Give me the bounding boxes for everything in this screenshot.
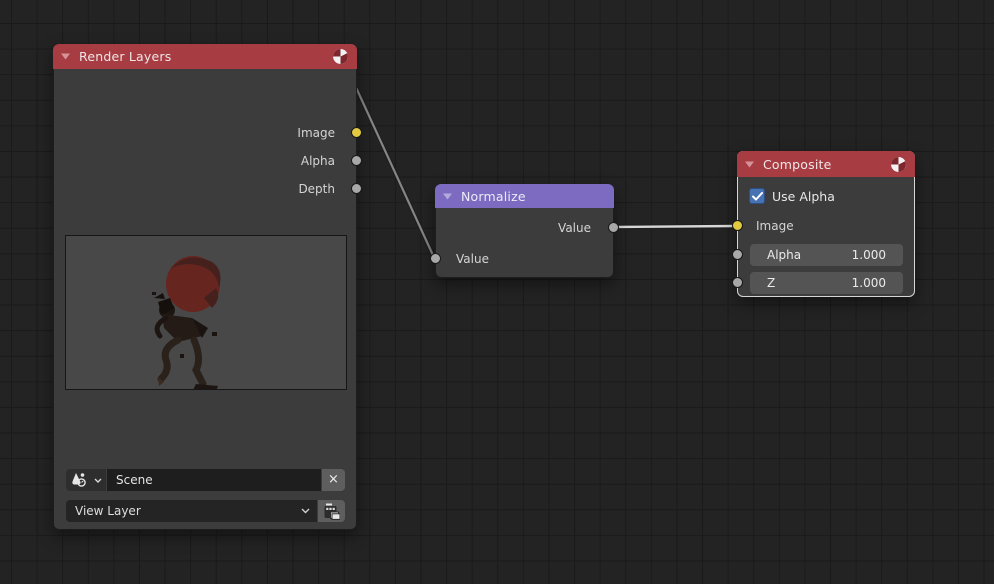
socket-value-output[interactable] bbox=[608, 222, 619, 233]
node-editor-canvas[interactable]: Render Layers Image Alpha Depth bbox=[0, 0, 994, 584]
render-layers-header[interactable]: Render Layers bbox=[53, 44, 357, 69]
render-result-icon bbox=[332, 48, 349, 65]
socket-image-input[interactable] bbox=[732, 220, 743, 231]
use-alpha-label: Use Alpha bbox=[772, 188, 835, 204]
normalize-header[interactable]: Normalize bbox=[435, 184, 614, 208]
render-result-icon bbox=[890, 156, 907, 173]
scene-name-field[interactable]: Scene bbox=[107, 469, 321, 491]
checkmark-icon bbox=[752, 192, 763, 201]
collapse-arrow-icon[interactable] bbox=[443, 193, 452, 200]
view-layer-row: View Layer bbox=[66, 500, 345, 522]
scene-unlink-button[interactable]: × bbox=[322, 469, 345, 491]
alpha-value-field[interactable]: Alpha 1.000 bbox=[750, 244, 903, 266]
node-title: Render Layers bbox=[79, 49, 171, 64]
use-alpha-checkbox[interactable] bbox=[749, 188, 765, 204]
chevron-down-icon bbox=[94, 478, 102, 483]
alpha-field-label: Alpha bbox=[767, 248, 801, 262]
socket-z-input[interactable] bbox=[732, 277, 743, 288]
normalize-node[interactable]: Normalize Value Value bbox=[435, 184, 614, 278]
preview-character-image bbox=[66, 236, 346, 389]
view-layer-dropdown[interactable]: View Layer bbox=[66, 500, 317, 522]
scene-selector-row: Scene × bbox=[66, 469, 345, 491]
socket-value-input[interactable] bbox=[430, 253, 441, 264]
output-label-value: Value bbox=[558, 214, 591, 242]
z-field-label: Z bbox=[767, 276, 775, 290]
output-label-depth: Depth bbox=[298, 175, 335, 203]
scene-browse-button[interactable] bbox=[66, 469, 106, 491]
output-label-alpha: Alpha bbox=[301, 147, 335, 175]
link-image-to-normalize[interactable] bbox=[357, 89, 435, 259]
z-value-field[interactable]: Z 1.000 bbox=[750, 272, 903, 294]
node-title: Normalize bbox=[461, 189, 526, 204]
view-layer-value: View Layer bbox=[75, 504, 141, 518]
input-label-image: Image bbox=[756, 212, 794, 240]
output-label-image: Image bbox=[297, 119, 335, 147]
view-layer-render-icon bbox=[323, 503, 340, 520]
input-label-value: Value bbox=[456, 245, 489, 273]
node-title: Composite bbox=[763, 157, 832, 172]
composite-header[interactable]: Composite bbox=[737, 151, 915, 177]
socket-depth-output[interactable] bbox=[351, 183, 362, 194]
chevron-down-icon bbox=[301, 508, 310, 514]
link-normalize-to-composite[interactable] bbox=[613, 226, 736, 227]
z-field-value: 1.000 bbox=[852, 276, 886, 290]
collapse-arrow-icon[interactable] bbox=[745, 161, 754, 168]
render-layers-node[interactable]: Render Layers Image Alpha Depth bbox=[53, 44, 357, 530]
render-preview bbox=[65, 235, 347, 390]
collapse-arrow-icon[interactable] bbox=[61, 53, 70, 60]
socket-image-output[interactable] bbox=[351, 127, 362, 138]
render-single-layer-button[interactable] bbox=[318, 500, 345, 522]
composite-node[interactable]: Composite Use Alpha Image Alpha 1.000 Z … bbox=[737, 151, 915, 297]
close-icon: × bbox=[328, 472, 339, 487]
socket-alpha-input[interactable] bbox=[732, 249, 743, 260]
alpha-field-value: 1.000 bbox=[852, 248, 886, 262]
scene-icon bbox=[70, 472, 92, 488]
socket-alpha-output[interactable] bbox=[351, 155, 362, 166]
